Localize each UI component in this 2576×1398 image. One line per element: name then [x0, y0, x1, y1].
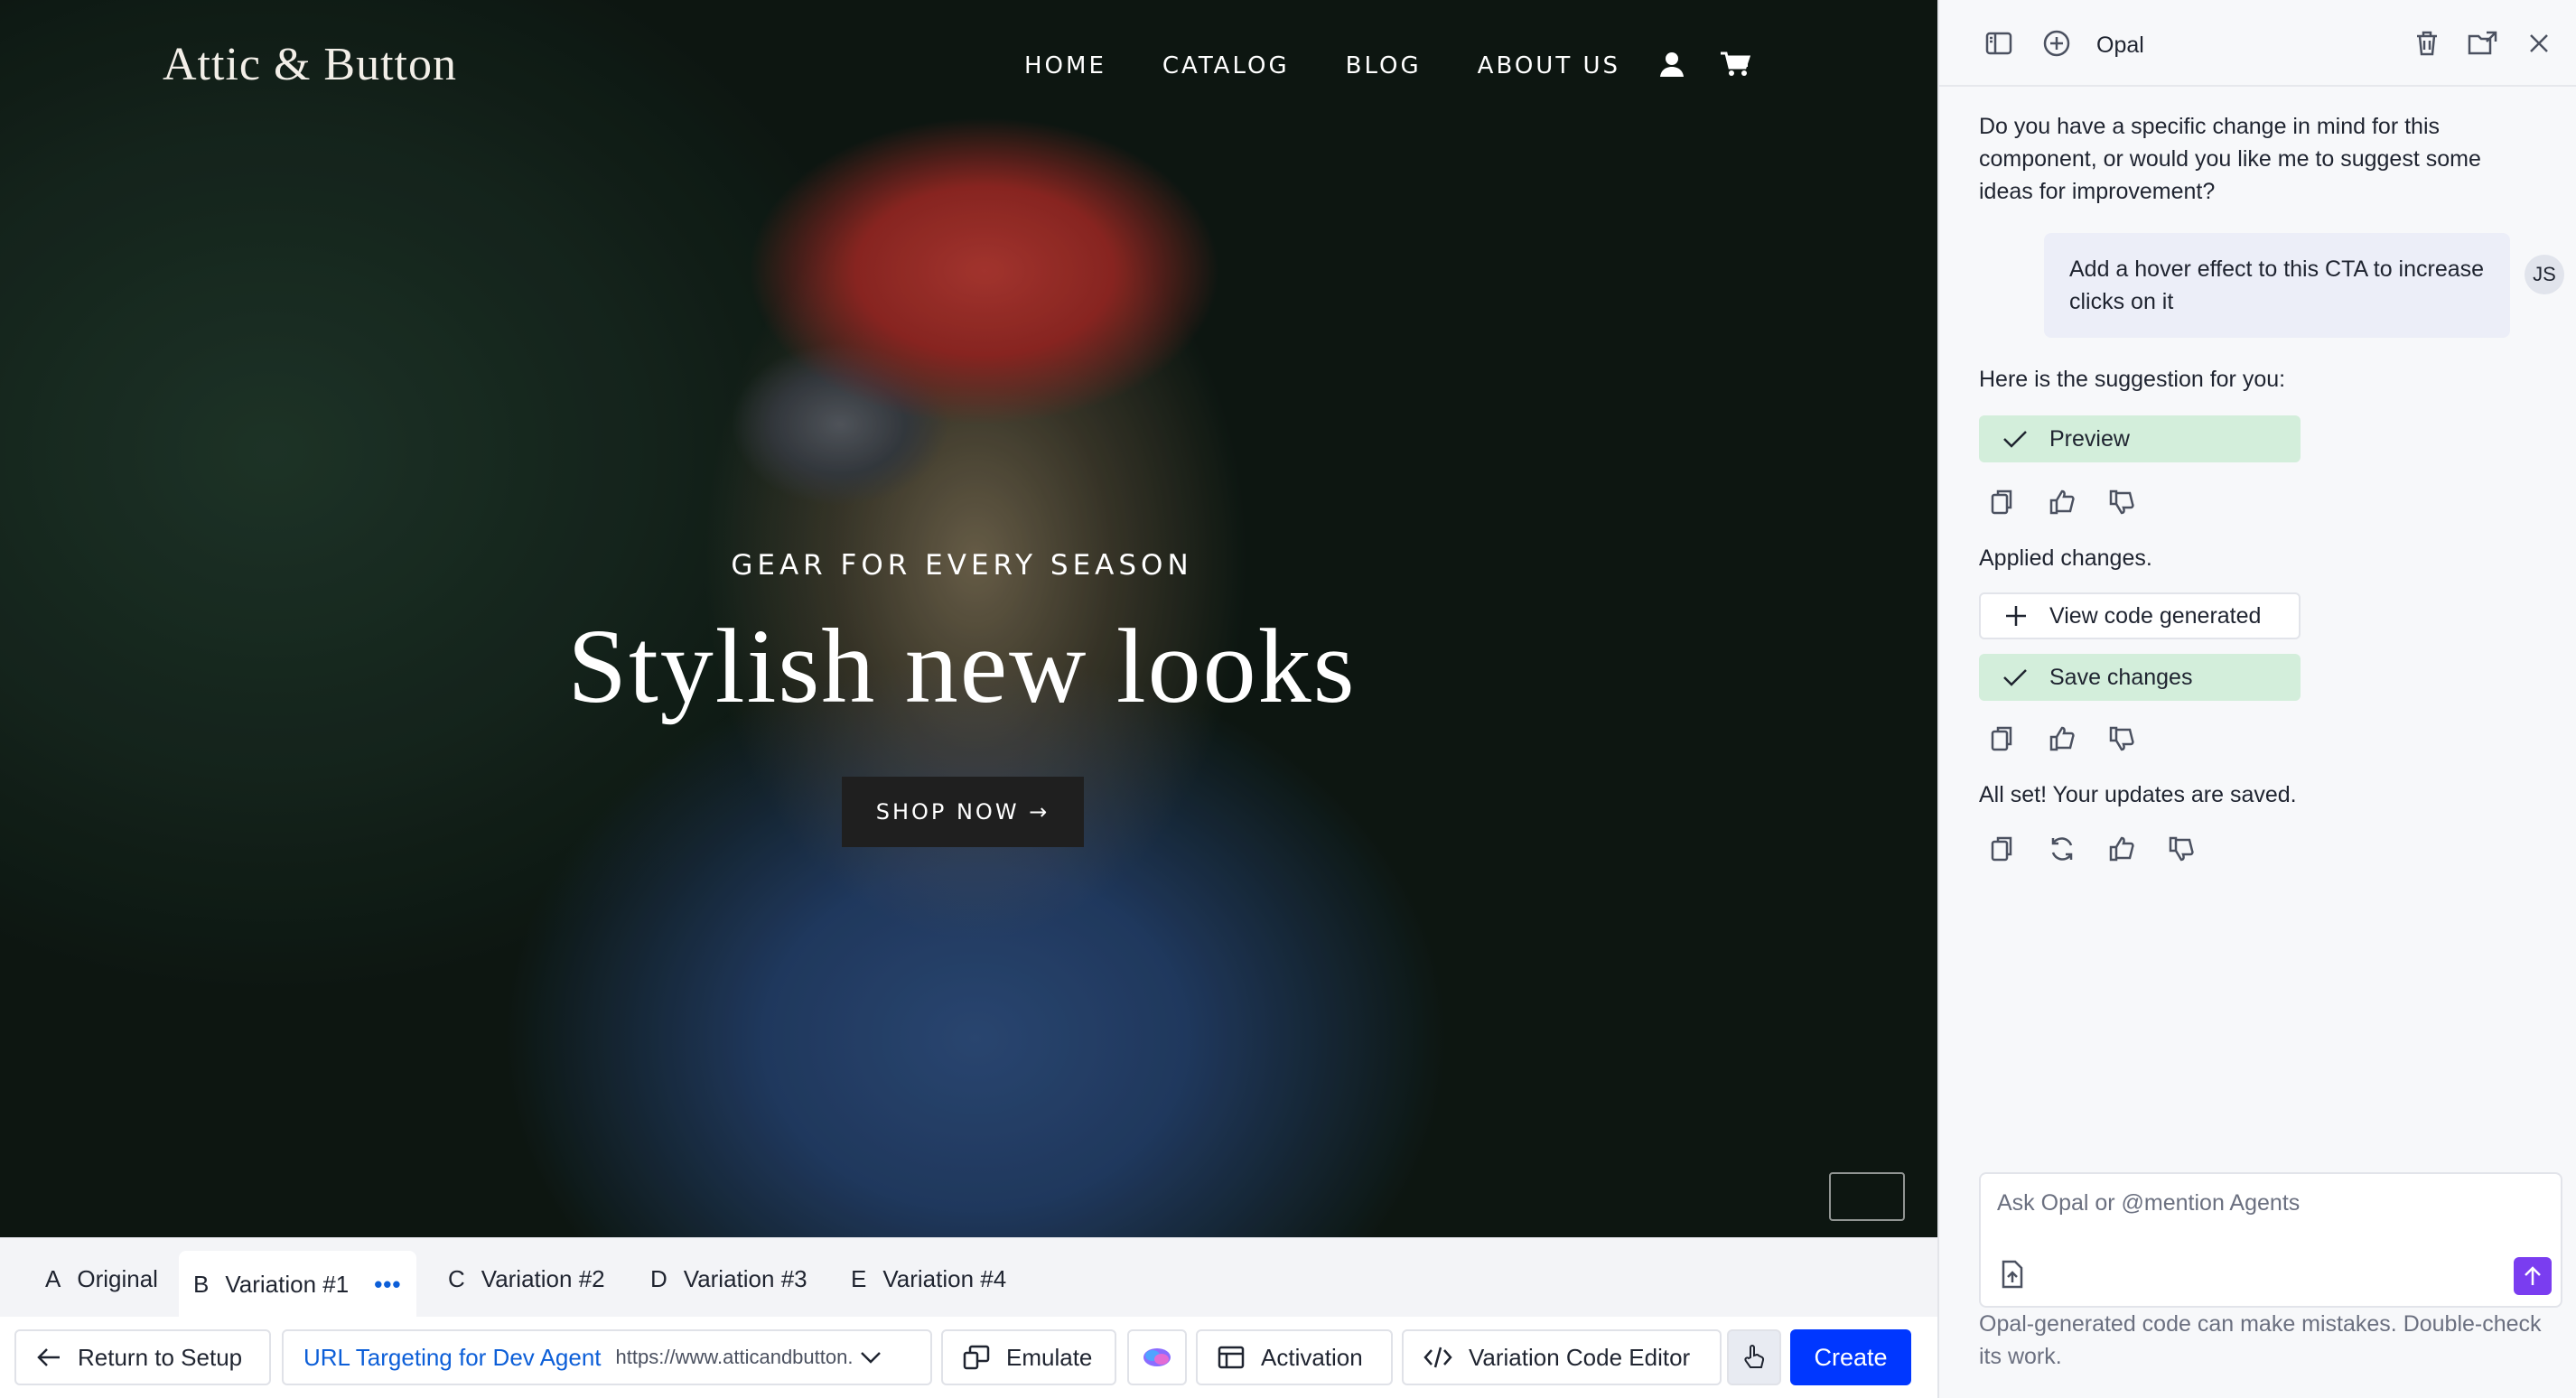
opal-logo-icon — [1143, 1348, 1171, 1366]
tab-label: Original — [77, 1264, 158, 1292]
thumbs-up-icon[interactable] — [2046, 486, 2078, 518]
tab-letter: B — [193, 1270, 210, 1298]
attach-file-icon[interactable] — [1999, 1259, 2030, 1290]
shop-now-button[interactable]: SHOP NOW → — [842, 777, 1084, 847]
window-icon — [1218, 1346, 1245, 1369]
activation-label: Activation — [1261, 1343, 1363, 1371]
cart-icon[interactable] — [1720, 51, 1751, 79]
arrow-left-icon — [37, 1348, 60, 1366]
url-value: https://www.atticandbutton. — [615, 1346, 854, 1368]
plus-icon — [2006, 606, 2026, 626]
activation-button[interactable]: Activation — [1196, 1329, 1393, 1385]
code-editor-label: Variation Code Editor — [1469, 1343, 1691, 1371]
create-button[interactable]: Create — [1790, 1329, 1911, 1385]
panel-header: Opal — [1939, 0, 2576, 87]
url-targeting-label: URL Targeting for Dev Agent — [303, 1343, 602, 1371]
suggestion-intro: Here is the suggestion for you: — [1979, 367, 2286, 392]
hero-title: Stylish new looks — [567, 607, 1357, 725]
preview-label: Preview — [2049, 425, 2130, 452]
panel-title: Opal — [2096, 33, 2144, 58]
arrow-up-icon — [2525, 1266, 2541, 1285]
check-icon — [2003, 431, 2027, 448]
export-icon[interactable] — [2467, 29, 2497, 58]
tab-variation-4[interactable]: E Variation #4 — [836, 1251, 1021, 1307]
chat-input[interactable] — [1997, 1190, 2539, 1216]
chat-input-box — [1979, 1172, 2562, 1308]
save-changes-chip[interactable]: Save changes — [1979, 654, 2301, 701]
send-button[interactable] — [2514, 1257, 2552, 1295]
return-to-setup-button[interactable]: Return to Setup — [14, 1329, 271, 1385]
thumbs-up-icon[interactable] — [2105, 833, 2138, 865]
user-message: Add a hover effect to this CTA to increa… — [2044, 233, 2510, 338]
sidebar-toggle-icon[interactable] — [1984, 29, 2013, 58]
message-actions — [1986, 486, 2138, 518]
check-icon — [2003, 669, 2027, 686]
copy-icon[interactable] — [1986, 486, 2019, 518]
chevron-down-icon — [861, 1352, 882, 1364]
tab-label: Variation #1 — [225, 1270, 350, 1298]
interact-mode-button[interactable] — [1727, 1329, 1781, 1385]
site-nav: HOME CATALOG BLOG ABOUT US — [1024, 52, 1620, 79]
view-code-chip[interactable]: View code generated — [1979, 592, 2301, 639]
tab-variation-1[interactable]: B Variation #1 ••• — [179, 1251, 416, 1318]
tab-variation-3[interactable]: D Variation #3 — [636, 1251, 822, 1307]
variation-code-editor-button[interactable]: Variation Code Editor — [1402, 1329, 1722, 1385]
hero-kicker: GEAR FOR EVERY SEASON — [731, 549, 1193, 582]
copy-icon[interactable] — [1986, 833, 2019, 865]
view-code-label: View code generated — [2049, 602, 2262, 629]
pointer-hand-icon — [1744, 1345, 1765, 1368]
assistant-message: Do you have a specific change in mind fo… — [1979, 114, 2481, 204]
more-options-icon[interactable]: ••• — [374, 1271, 401, 1299]
editor-toolbar: Return to Setup URL Targeting for Dev Ag… — [0, 1317, 1937, 1398]
site-logo[interactable]: Attic & Button — [163, 38, 457, 91]
thumbs-down-icon[interactable] — [2105, 722, 2138, 755]
tab-letter: D — [650, 1264, 667, 1292]
disclaimer: Opal-generated code can make mistakes. D… — [1979, 1311, 2542, 1369]
avatar: JS — [2525, 255, 2564, 294]
applied-text: Applied changes. — [1979, 545, 2152, 571]
save-label: Save changes — [2049, 664, 2193, 690]
saved-text: All set! Your updates are saved. — [1979, 782, 2297, 807]
tab-label: Variation #4 — [882, 1264, 1007, 1292]
message-actions — [1986, 833, 2198, 865]
preview-overlay-box[interactable] — [1829, 1172, 1905, 1221]
thumbs-down-icon[interactable] — [2105, 486, 2138, 518]
tab-variation-2[interactable]: C Variation #2 — [434, 1251, 620, 1307]
new-chat-icon[interactable] — [2042, 29, 2071, 58]
tab-letter: A — [45, 1264, 61, 1292]
emulate-label: Emulate — [1006, 1343, 1093, 1371]
code-icon — [1423, 1347, 1452, 1368]
thumbs-up-icon[interactable] — [2046, 722, 2078, 755]
nav-home[interactable]: HOME — [1024, 52, 1106, 79]
nav-catalog[interactable]: CATALOG — [1162, 52, 1290, 79]
opal-ai-button[interactable] — [1127, 1329, 1187, 1385]
url-targeting-select[interactable]: URL Targeting for Dev Agent https://www.… — [282, 1329, 932, 1385]
copy-icon[interactable] — [1986, 722, 2019, 755]
close-icon[interactable] — [2525, 29, 2553, 58]
tab-label: Variation #2 — [481, 1264, 605, 1292]
opal-panel: Opal Do you have a specific change in mi… — [1937, 0, 2576, 1398]
emulate-button[interactable]: Emulate — [941, 1329, 1116, 1385]
nav-about-us[interactable]: ABOUT US — [1478, 52, 1620, 79]
website-preview: Attic & Button HOME CATALOG BLOG ABOUT U… — [0, 0, 1937, 1237]
user-icon[interactable] — [1658, 51, 1689, 79]
nav-blog[interactable]: BLOG — [1346, 52, 1422, 79]
tab-letter: E — [851, 1264, 867, 1292]
message-actions — [1986, 722, 2138, 755]
return-label: Return to Setup — [78, 1343, 243, 1371]
tab-original[interactable]: A Original — [31, 1251, 173, 1307]
trash-icon[interactable] — [2413, 29, 2441, 58]
refresh-icon[interactable] — [2046, 833, 2078, 865]
variation-tabs: A Original B Variation #1 ••• C Variatio… — [0, 1237, 1937, 1318]
thumbs-down-icon[interactable] — [2165, 833, 2198, 865]
tab-label: Variation #3 — [683, 1264, 807, 1292]
preview-chip[interactable]: Preview — [1979, 415, 2301, 462]
tab-letter: C — [448, 1264, 465, 1292]
devices-icon — [963, 1345, 990, 1370]
